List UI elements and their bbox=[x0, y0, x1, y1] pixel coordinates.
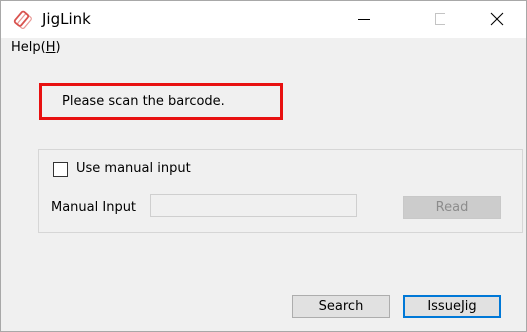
menu-help-suffix: ) bbox=[55, 40, 61, 55]
manual-input-label: Manual Input bbox=[51, 200, 137, 215]
minimize-button[interactable] bbox=[341, 1, 387, 38]
status-message: Please scan the barcode. bbox=[62, 94, 225, 109]
search-button[interactable]: Search bbox=[292, 295, 390, 318]
use-manual-input-checkbox[interactable] bbox=[53, 162, 68, 177]
window-title: JigLink bbox=[42, 10, 91, 28]
close-button[interactable] bbox=[475, 1, 521, 38]
close-icon bbox=[490, 12, 504, 26]
minimize-icon bbox=[358, 19, 370, 20]
title-bar[interactable]: JigLink bbox=[1, 1, 526, 38]
read-button[interactable]: Read bbox=[403, 196, 501, 219]
menu-help-label: Help( bbox=[11, 40, 46, 55]
menu-bar: Help(H) bbox=[1, 38, 526, 60]
issue-jig-button[interactable]: IssueJig bbox=[403, 295, 501, 318]
maximize-button bbox=[399, 1, 445, 38]
status-message-box: Please scan the barcode. bbox=[39, 83, 283, 120]
app-icon bbox=[13, 10, 32, 30]
manual-input-field[interactable] bbox=[150, 194, 357, 217]
maximize-icon bbox=[435, 13, 445, 25]
use-manual-input-label[interactable]: Use manual input bbox=[76, 161, 191, 176]
jiglink-window: JigLink Help(H) Please scan the barcode.… bbox=[0, 0, 527, 332]
menu-help[interactable]: Help(H) bbox=[11, 40, 61, 55]
menu-help-mnemonic: H bbox=[45, 40, 56, 55]
